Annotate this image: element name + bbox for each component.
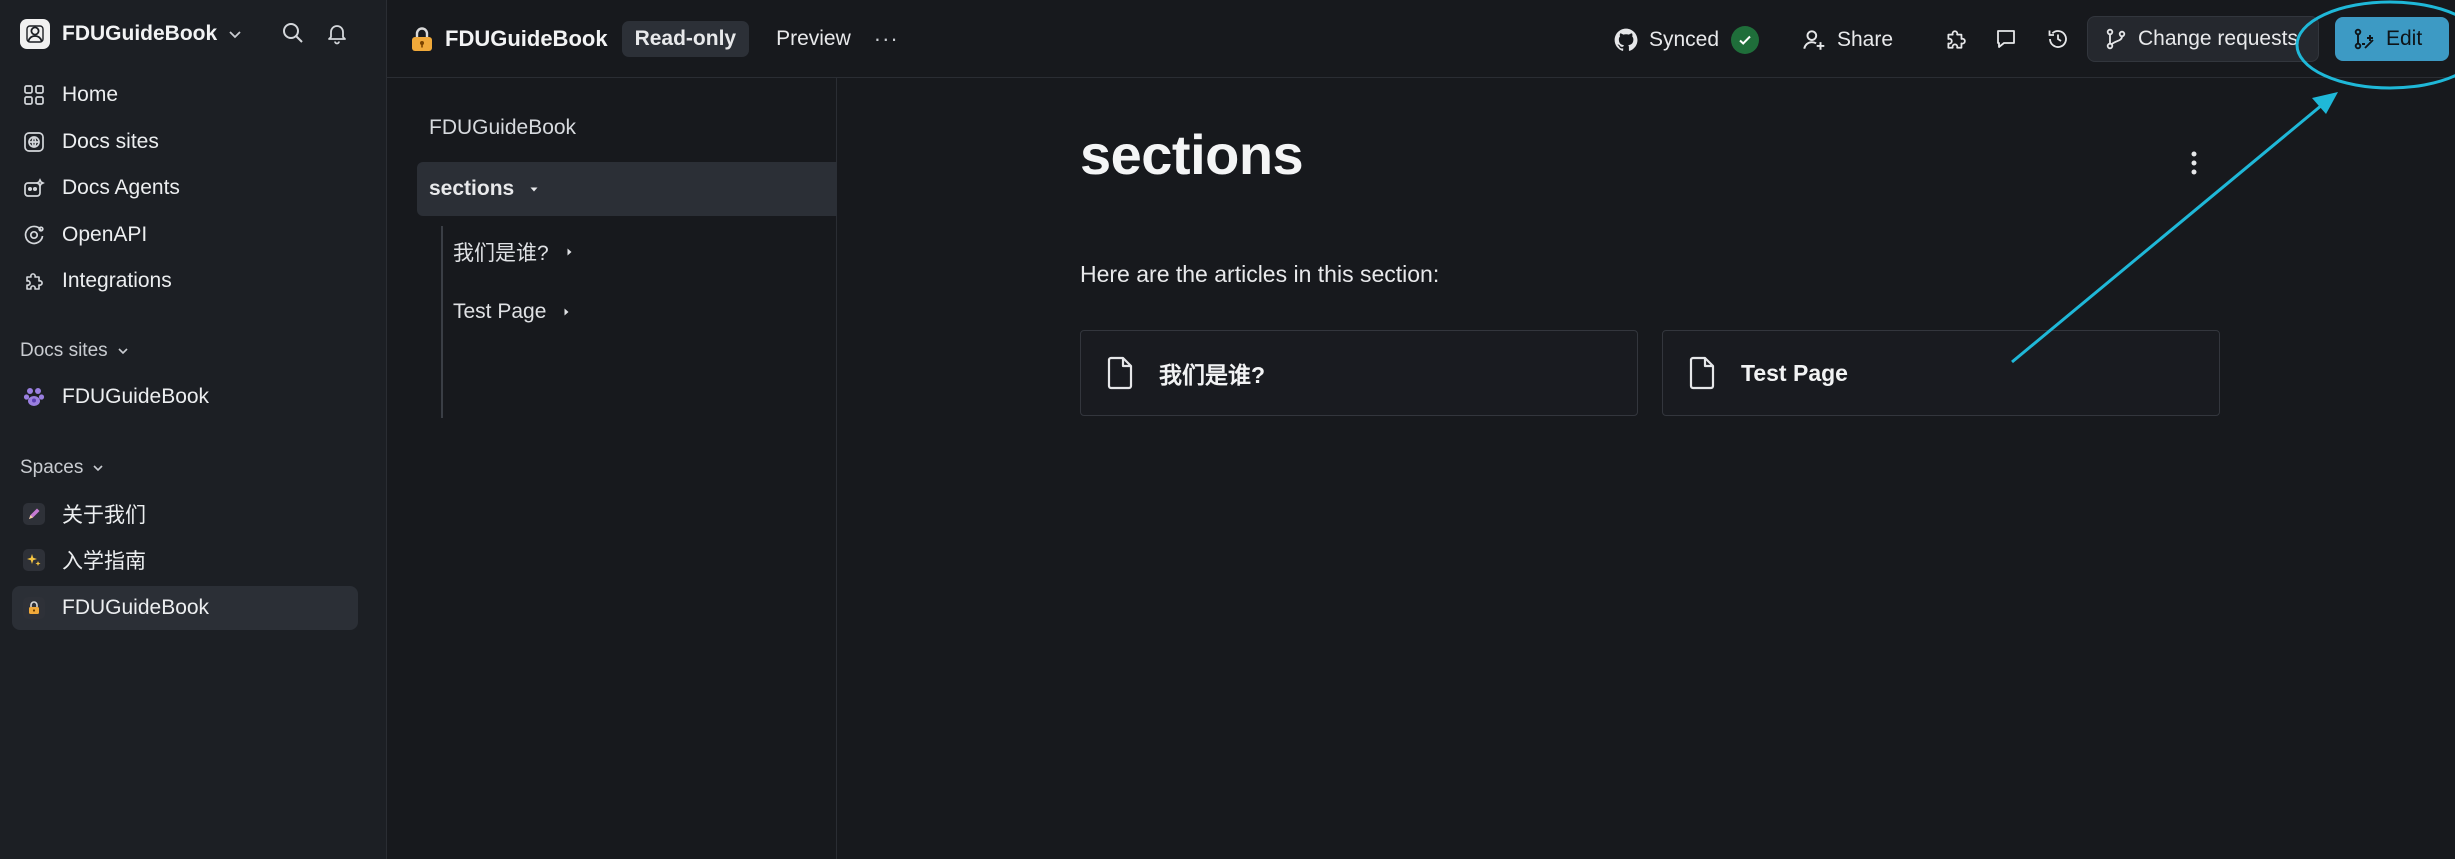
tree-item-label: Test Page <box>453 300 547 323</box>
user-plus-icon <box>1801 27 1827 53</box>
history-icon[interactable] <box>2043 24 2073 54</box>
article-card-title: Test Page <box>1741 359 1848 386</box>
group-title: Docs sites <box>20 340 108 361</box>
branch-icon <box>2104 27 2128 51</box>
space-label: 入学指南 <box>62 550 146 573</box>
page-tree: FDUGuideBook sections 我们是谁? Test Page <box>387 78 837 859</box>
branch-edit-icon <box>2352 27 2376 51</box>
git-sync-status[interactable]: Synced <box>1613 20 1760 60</box>
nav-label: Integrations <box>62 269 172 292</box>
caret-down-icon[interactable] <box>514 183 540 195</box>
docs-site-fduguidebook[interactable]: FDUGuideBook <box>12 375 358 419</box>
check-icon <box>1731 26 1760 54</box>
group-title: Spaces <box>20 457 84 478</box>
page-actions-menu-icon[interactable] <box>2182 148 2206 178</box>
space-title: FDUGuideBook <box>445 26 608 51</box>
nav-label: Docs Agents <box>62 176 180 199</box>
chevron-down-icon <box>227 26 243 42</box>
org-avatar-icon <box>20 19 50 49</box>
org-switcher[interactable]: FDUGuideBook <box>20 16 243 52</box>
edit-button[interactable]: Edit <box>2335 17 2449 61</box>
chevron-down-icon <box>83 461 105 475</box>
org-name: FDUGuideBook <box>62 22 218 45</box>
space-item-fduguidebook[interactable]: FDUGuideBook <box>12 586 358 630</box>
bot-icon <box>20 174 48 202</box>
spaces-group-toggle[interactable]: Spaces <box>20 457 105 479</box>
space-label: 关于我们 <box>62 504 146 527</box>
main-content: sections Here are the articles in this s… <box>838 78 2455 859</box>
tree-item-sections[interactable]: sections <box>417 162 837 216</box>
document-icon <box>1105 356 1135 390</box>
comments-icon[interactable] <box>1991 24 2021 54</box>
nav-docs-sites[interactable]: Docs sites <box>12 120 358 164</box>
more-options-button[interactable]: ··· <box>874 26 899 52</box>
paw-icon <box>20 383 48 411</box>
read-only-mode-button[interactable]: Read-only <box>621 21 750 57</box>
integrations-puzzle-icon[interactable] <box>1941 24 1971 54</box>
nav-docs-agents[interactable]: Docs Agents <box>12 166 358 210</box>
tree-indent-line <box>441 226 443 418</box>
caret-right-icon[interactable] <box>546 306 572 318</box>
globe-icon <box>20 128 48 156</box>
space-item-admission-guide[interactable]: 入学指南 <box>12 538 358 582</box>
nav-integrations[interactable]: Integrations <box>12 259 358 303</box>
tree-item-label: 我们是谁? <box>453 242 549 265</box>
nav-label: Docs sites <box>62 130 159 153</box>
tree-item-who-we-are[interactable]: 我们是谁? <box>453 232 575 272</box>
space-item-about-us[interactable]: 关于我们 <box>12 492 358 536</box>
github-icon <box>1613 27 1639 53</box>
puzzle-icon <box>20 267 48 295</box>
change-requests-label: Change requests <box>2138 27 2298 50</box>
caret-right-icon[interactable] <box>549 246 575 258</box>
article-card-title: 我们是谁? <box>1159 362 1266 388</box>
share-button[interactable]: Share <box>1801 20 1893 60</box>
bell-icon[interactable] <box>322 18 352 48</box>
docs-sites-group-toggle[interactable]: Docs sites <box>20 340 130 362</box>
grid-icon <box>20 81 48 109</box>
lock-emoji-icon <box>20 594 48 622</box>
synced-label: Synced <box>1649 28 1720 51</box>
article-card-test-page[interactable]: Test Page <box>1662 330 2220 416</box>
nav-label: Home <box>62 83 119 106</box>
change-requests-button[interactable]: Change requests <box>2087 16 2319 62</box>
tree-item-label: sections <box>429 177 515 200</box>
tree-root-link[interactable]: FDUGuideBook <box>429 116 576 140</box>
sparkles-emoji-icon <box>20 546 48 574</box>
tree-item-test-page[interactable]: Test Page <box>453 292 572 332</box>
topbar: FDUGuideBook Read-only Preview ··· Synce… <box>387 0 2455 78</box>
lock-emoji-icon <box>409 25 435 53</box>
nav-label: OpenAPI <box>62 223 148 246</box>
api-icon <box>20 221 48 249</box>
chevron-down-icon <box>108 344 130 358</box>
space-label: FDUGuideBook <box>62 596 210 619</box>
page-title: sections <box>1080 123 1304 186</box>
document-icon <box>1687 356 1717 390</box>
search-icon[interactable] <box>278 18 308 48</box>
nav-home[interactable]: Home <box>12 73 358 117</box>
preview-mode-button[interactable]: Preview <box>763 21 864 57</box>
nav-openapi[interactable]: OpenAPI <box>12 213 358 257</box>
article-card-who-we-are[interactable]: 我们是谁? <box>1080 330 1638 416</box>
section-intro: Here are the articles in this section: <box>1080 261 1440 287</box>
share-label: Share <box>1837 28 1894 51</box>
pen-emoji-icon <box>20 500 48 528</box>
app-sidebar: FDUGuideBook Home Docs sites Docs Agents… <box>0 0 387 859</box>
docs-site-label: FDUGuideBook <box>62 385 210 408</box>
edit-label: Edit <box>2386 27 2423 50</box>
